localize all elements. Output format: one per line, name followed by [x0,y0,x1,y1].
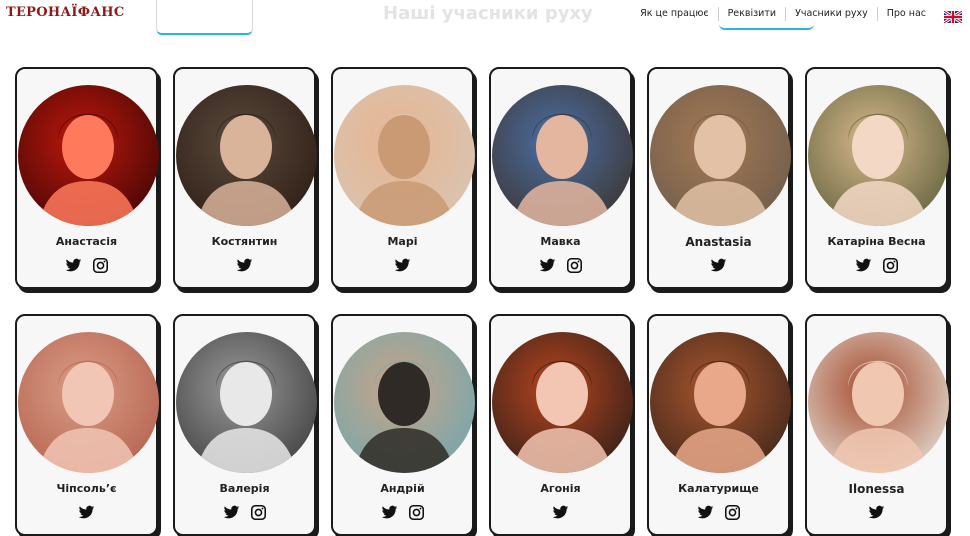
member-socials [17,257,156,274]
member-socials [333,504,472,521]
member-card: Катаріна Весна [805,67,949,289]
member-socials [17,504,156,521]
member-card: Анастасія [15,67,159,289]
instagram-icon[interactable] [250,504,267,521]
twitter-icon[interactable] [710,257,727,274]
nav-requisites[interactable]: Реквізити [717,7,785,21]
twitter-icon[interactable] [855,257,872,274]
twitter-icon[interactable] [394,257,411,274]
member-name: Чіпсоль’є [56,482,117,495]
section-title: Наші учасники руху [383,3,593,24]
member-socials [491,257,630,274]
member-photo [650,332,791,473]
member-card: Anastasia [647,67,791,289]
member-name: Катаріна Весна [827,235,926,248]
member-socials [333,257,472,274]
member-socials [649,257,788,274]
members-grid: Анастасія Костянтин Марі Мавка Anastasia Ката… [15,67,952,536]
top-navigation: Як це працює Реквізити Учасники руху Про… [631,6,970,25]
twitter-icon[interactable] [539,257,556,274]
member-name: Валерія [219,482,270,495]
member-photo [176,85,317,226]
member-name: Мавка [540,235,581,248]
nav-members[interactable]: Учасники руху [785,7,877,21]
member-photo [650,85,791,226]
member-card: Ilonessa [805,314,949,536]
member-photo [492,332,633,473]
member-socials [807,504,946,521]
member-name: Костянтин [211,235,278,248]
member-card: Валерія [173,314,317,536]
twitter-icon[interactable] [65,257,82,274]
member-name: Ilonessa [848,482,905,496]
member-photo [18,85,159,226]
member-name: Калатурище [678,482,759,495]
member-card: Чіпсоль’є [15,314,159,536]
member-card: Костянтин [173,67,317,289]
member-card: Мавка [489,67,633,289]
uk-flag-icon[interactable] [943,8,963,25]
member-card: Агонія [489,314,633,536]
member-socials [175,257,314,274]
site-logo[interactable]: ТЕРОНАЇФАНС [6,5,125,20]
twitter-icon[interactable] [78,504,95,521]
member-name: Агонія [540,482,581,495]
faded-button [156,0,253,35]
twitter-icon[interactable] [868,504,885,521]
twitter-icon[interactable] [552,504,569,521]
member-photo [808,332,949,473]
twitter-icon[interactable] [236,257,253,274]
nav-how-it-works[interactable]: Як це працює [631,7,717,21]
member-photo [808,85,949,226]
member-name: Марі [387,235,418,248]
member-card: Андрій [331,314,475,536]
member-socials [807,257,946,274]
member-socials [649,504,788,521]
nav-about[interactable]: Про нас [876,7,935,21]
member-name: Анастасія [55,235,118,248]
twitter-icon[interactable] [381,504,398,521]
member-photo [334,332,475,473]
instagram-icon[interactable] [882,257,899,274]
member-socials [175,504,314,521]
twitter-icon[interactable] [223,504,240,521]
instagram-icon[interactable] [724,504,741,521]
member-card: Калатурище [647,314,791,536]
twitter-icon[interactable] [697,504,714,521]
member-photo [492,85,633,226]
member-photo [18,332,159,473]
member-socials [491,504,630,521]
member-name: Андрій [380,482,425,495]
instagram-icon[interactable] [408,504,425,521]
instagram-icon[interactable] [92,257,109,274]
instagram-icon[interactable] [566,257,583,274]
member-photo [334,85,475,226]
member-card: Марі [331,67,475,289]
member-photo [176,332,317,473]
member-name: Anastasia [685,235,752,249]
